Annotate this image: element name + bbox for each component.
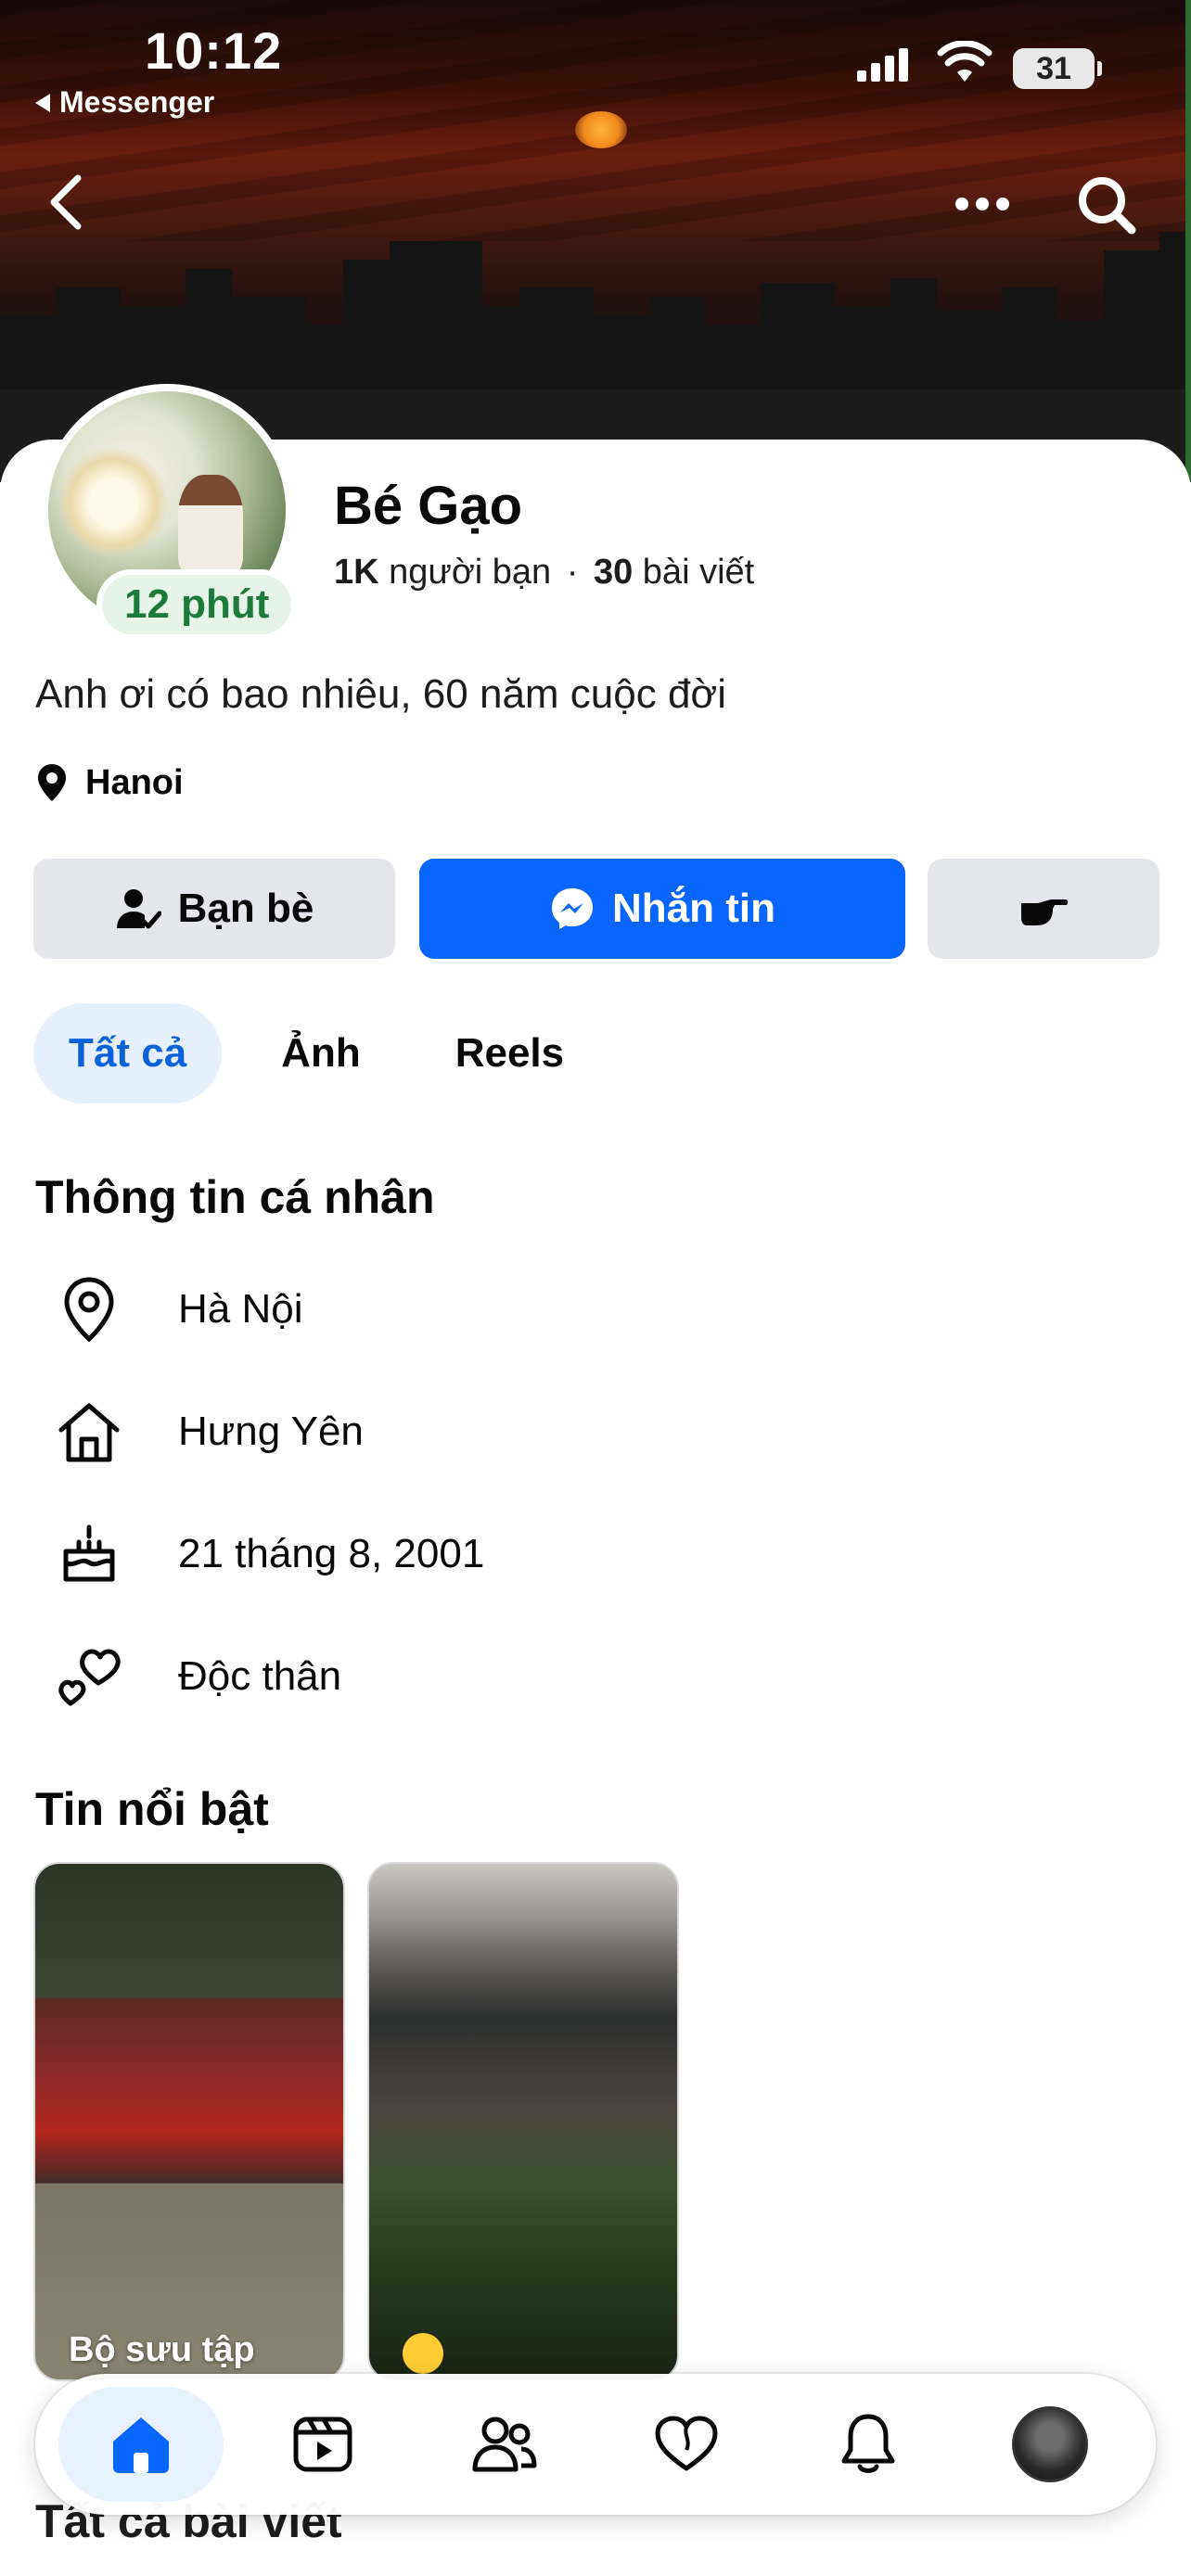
info-hometown: Hưng Yên: [178, 1409, 364, 1454]
profile-stats: 1K người bạn · 30 bài viết: [334, 553, 754, 593]
stats-separator: ·: [566, 553, 579, 592]
posts-count: 30: [593, 553, 634, 592]
emoji-sticker: [403, 2333, 443, 2374]
search-icon[interactable]: [1074, 172, 1139, 237]
status-time: 10:12: [145, 21, 283, 80]
profile-tabs: Tất cả Ảnh Reels: [33, 1003, 599, 1103]
profile-location: Hanoi: [35, 762, 184, 803]
avatar-person: [178, 475, 243, 577]
location-pin-icon: [38, 764, 66, 801]
home-icon: [56, 1398, 122, 1465]
nav-profile[interactable]: [967, 2387, 1133, 2502]
back-app-label: Messenger: [59, 85, 215, 119]
personal-info-title: Thông tin cá nhân: [35, 1171, 435, 1223]
highlight-story-2[interactable]: [367, 1862, 679, 2381]
friends-button[interactable]: Bạn bè: [33, 859, 395, 959]
back-to-messenger[interactable]: Messenger: [35, 85, 214, 120]
nav-video[interactable]: [240, 2387, 405, 2502]
bell-icon: [841, 2414, 895, 2473]
friends-button-label: Bạn bè: [177, 886, 314, 931]
posts-label: bài viết: [642, 553, 755, 592]
location-pin-icon: [56, 1276, 122, 1343]
nav-home[interactable]: [58, 2387, 224, 2502]
highlight-story-label: Bộ sưu tập: [69, 2330, 255, 2369]
friends-icon: [472, 2417, 537, 2472]
more-options-icon[interactable]: [955, 185, 1015, 223]
info-row-birthday: 21 tháng 8, 2001: [56, 1517, 484, 1591]
profile-avatar-icon: [1012, 2406, 1088, 2482]
nav-notifications[interactable]: [786, 2387, 951, 2502]
tab-all[interactable]: Tất cả: [33, 1003, 223, 1103]
home-icon: [113, 2417, 169, 2473]
wifi-icon: [937, 41, 992, 82]
dating-heart-icon: [655, 2416, 718, 2471]
info-row-hometown: Hưng Yên: [56, 1395, 364, 1469]
nav-friends[interactable]: [422, 2387, 587, 2502]
location-text: Hanoi: [85, 762, 184, 802]
friend-check-icon: [116, 889, 161, 929]
highlight-story-collection[interactable]: Bộ sưu tập: [33, 1862, 345, 2381]
cellular-signal-icon: [857, 48, 908, 82]
status-bar: 10:12 Messenger 31: [0, 0, 1191, 130]
back-triangle-icon: [35, 93, 50, 112]
tab-reels[interactable]: Reels: [420, 1003, 599, 1103]
avatar-flowers: [58, 447, 169, 558]
birthday-cake-icon: [56, 1521, 122, 1588]
poke-hand-icon: [1021, 899, 1069, 925]
highlights-title: Tin nổi bật: [35, 1783, 269, 1835]
profile-bio: Anh ơi có bao nhiêu, 60 năm cuộc đời: [35, 671, 727, 717]
messenger-icon: [552, 888, 593, 929]
info-relationship: Độc thân: [178, 1653, 342, 1699]
message-button[interactable]: Nhắn tin: [419, 859, 905, 959]
friends-label[interactable]: người bạn: [389, 553, 551, 592]
info-birthday: 21 tháng 8, 2001: [178, 1531, 485, 1576]
message-button-label: Nhắn tin: [612, 886, 775, 931]
active-status-badge: 12 phút: [96, 569, 298, 640]
tab-photos[interactable]: Ảnh: [246, 1003, 396, 1103]
profile-name: Bé Gạo: [334, 476, 523, 536]
info-row-current-city: Hà Nội: [56, 1272, 303, 1346]
bottom-nav-bar: [35, 2374, 1156, 2515]
battery-indicator: 31: [1013, 48, 1102, 89]
poke-button[interactable]: [928, 859, 1159, 959]
video-icon: [293, 2417, 352, 2472]
nav-dating[interactable]: [604, 2387, 769, 2502]
hearts-icon: [56, 1643, 122, 1710]
info-current-city: Hà Nội: [178, 1286, 303, 1332]
friends-count[interactable]: 1K: [334, 553, 379, 592]
info-row-relationship: Độc thân: [56, 1639, 341, 1714]
back-arrow-icon[interactable]: [45, 172, 89, 232]
